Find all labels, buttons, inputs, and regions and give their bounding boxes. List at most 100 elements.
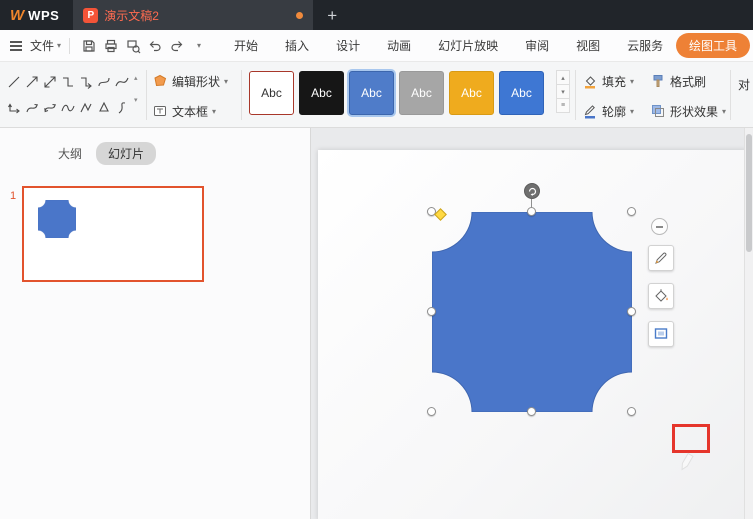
undo-button[interactable] bbox=[144, 35, 166, 57]
text-box-button[interactable]: 文本框 ▾ bbox=[152, 100, 228, 122]
save-icon bbox=[83, 39, 95, 52]
menubar: 文件 ▾ ▾ 开始 插入 设计 动画 幻灯片放映 审阅 视图 云服务 绘图工具 bbox=[0, 30, 753, 62]
divider bbox=[575, 70, 576, 120]
shape-handle-bottom-right[interactable] bbox=[627, 407, 636, 416]
chevron-down-icon: ▾ bbox=[197, 41, 202, 50]
shape-style-preset-6[interactable]: Abc bbox=[499, 71, 544, 115]
elbow-double-arrow-icon[interactable] bbox=[5, 95, 23, 121]
file-menu-button[interactable]: 文件 ▾ bbox=[30, 37, 61, 54]
menu-tab-cloud[interactable]: 云服务 bbox=[627, 37, 663, 54]
pencil-icon bbox=[655, 252, 667, 264]
titlebar: W WPS P 演示文稿2 + bbox=[0, 0, 753, 30]
format-painter-label: 格式刷 bbox=[670, 74, 707, 89]
shape-style-preset-5[interactable]: Abc bbox=[449, 71, 494, 115]
elbow-arrow-connector-icon[interactable] bbox=[77, 69, 95, 95]
curved-connector-icon[interactable] bbox=[95, 69, 113, 95]
style-gallery-up-icon[interactable]: ▴ bbox=[556, 70, 570, 85]
quick-toolbar-more-button[interactable]: ▾ bbox=[188, 35, 210, 57]
file-menu-label: 文件 bbox=[30, 39, 55, 53]
hamburger-menu-icon[interactable] bbox=[10, 40, 22, 51]
menu-tab-slideshow[interactable]: 幻灯片放映 bbox=[438, 37, 498, 54]
shape-handle-top-right[interactable] bbox=[627, 207, 636, 216]
shape-effects-button[interactable]: 形状效果 ▾ bbox=[650, 100, 726, 122]
menu-tab-view[interactable]: 视图 bbox=[576, 37, 600, 54]
shape-style-preset-2[interactable]: Abc bbox=[299, 71, 344, 115]
shape-style-preset-1[interactable]: Abc bbox=[249, 71, 294, 115]
line-gallery-scroll: ▴ ▾ bbox=[134, 74, 138, 104]
document-tab-title: 演示文稿2 bbox=[104, 8, 159, 23]
edit-shape-button[interactable]: 编辑形状 ▾ bbox=[152, 70, 228, 92]
save-button[interactable] bbox=[78, 35, 100, 57]
rotate-handle[interactable] bbox=[524, 183, 540, 199]
print-preview-button[interactable] bbox=[122, 35, 144, 57]
print-button[interactable] bbox=[100, 35, 122, 57]
gallery-scroll-down-icon[interactable]: ▾ bbox=[134, 96, 138, 104]
slides-panel: 大纲 幻灯片 1 bbox=[0, 128, 311, 519]
shape-handle-middle-right[interactable] bbox=[627, 307, 636, 316]
edit-shape-icon bbox=[154, 74, 167, 87]
shape-effects-label: 形状效果 bbox=[670, 104, 719, 119]
redo-icon bbox=[171, 40, 183, 51]
format-painter-button[interactable]: 格式刷 bbox=[650, 70, 726, 92]
shape-handle-bottom-middle[interactable] bbox=[527, 407, 536, 416]
shape-style-preset-3[interactable]: Abc bbox=[349, 71, 394, 115]
double-arrow-line-icon[interactable] bbox=[41, 69, 59, 95]
tab-slides[interactable]: 幻灯片 bbox=[96, 142, 157, 165]
shape-handle-top-middle[interactable] bbox=[527, 207, 536, 216]
gallery-scroll-up-icon[interactable]: ▴ bbox=[134, 74, 138, 82]
shape-style-preset-4[interactable]: Abc bbox=[399, 71, 444, 115]
menu-tab-insert[interactable]: 插入 bbox=[285, 37, 309, 54]
wps-logo-mark-icon: W bbox=[10, 6, 25, 24]
divider bbox=[69, 37, 71, 54]
style-gallery-more-icon[interactable]: ≡ bbox=[556, 98, 570, 113]
freeform-shape-icon[interactable] bbox=[95, 95, 113, 121]
s-curve-icon[interactable] bbox=[113, 95, 131, 121]
quick-fill-button[interactable] bbox=[648, 283, 674, 309]
wps-logo-text: WPS bbox=[28, 7, 60, 23]
curved-arrow-connector-icon[interactable] bbox=[23, 95, 41, 121]
curved-double-arrow-icon[interactable] bbox=[41, 95, 59, 121]
tab-drawing-tools[interactable]: 绘图工具 bbox=[675, 33, 750, 58]
divider bbox=[241, 70, 242, 120]
shape-handle-middle-left[interactable] bbox=[427, 307, 436, 316]
menu-tab-home[interactable]: 开始 bbox=[234, 37, 258, 54]
slide-number: 1 bbox=[10, 190, 17, 202]
panel-tabs: 大纲 幻灯片 bbox=[58, 142, 157, 165]
quick-outline-button[interactable] bbox=[648, 245, 674, 271]
shape-handle-bottom-left[interactable] bbox=[427, 407, 436, 416]
shape-edit-group: 编辑形状 ▾ 文本框 ▾ bbox=[152, 70, 228, 122]
new-tab-button[interactable]: + bbox=[327, 7, 337, 24]
drawing-tools-ribbon: ▴ ▾ 编辑形状 ▾ 文本框 ▾ Abc Abc Abc Abc Abc Abc bbox=[0, 62, 753, 128]
unsaved-changes-dot bbox=[296, 11, 304, 19]
quick-format-button[interactable] bbox=[648, 321, 674, 347]
divider bbox=[730, 70, 731, 120]
vertical-scrollbar[interactable] bbox=[744, 128, 753, 519]
frame-icon bbox=[654, 328, 668, 339]
style-gallery-down-icon[interactable]: ▾ bbox=[556, 84, 570, 99]
menu-tab-review[interactable]: 审阅 bbox=[525, 37, 549, 54]
collapse-quick-toolbar-button[interactable] bbox=[651, 218, 668, 235]
wps-logo[interactable]: W WPS bbox=[0, 7, 73, 24]
text-box-icon bbox=[154, 106, 166, 116]
line-icon[interactable] bbox=[5, 69, 23, 95]
text-box-label: 文本框 bbox=[172, 104, 209, 119]
tab-outline[interactable]: 大纲 bbox=[58, 142, 82, 165]
slide-thumbnail[interactable] bbox=[22, 186, 204, 282]
clipped-ribbon-item[interactable]: 对 bbox=[738, 76, 750, 93]
curve-icon[interactable] bbox=[113, 69, 131, 95]
fill-button[interactable]: 填充 ▾ bbox=[582, 70, 634, 92]
chevron-down-icon: ▾ bbox=[722, 106, 727, 116]
document-tab[interactable]: P 演示文稿2 bbox=[73, 0, 314, 30]
print-icon bbox=[105, 39, 117, 52]
outline-button[interactable]: 轮廓 ▾ bbox=[582, 100, 634, 122]
redo-button[interactable] bbox=[166, 35, 188, 57]
arrow-line-icon[interactable] bbox=[23, 69, 41, 95]
scribble-icon[interactable] bbox=[59, 95, 77, 121]
menu-tab-design[interactable]: 设计 bbox=[336, 37, 360, 54]
menu-tab-animation[interactable]: 动画 bbox=[387, 37, 411, 54]
elbow-connector-icon[interactable] bbox=[59, 69, 77, 95]
edit-shape-label: 编辑形状 bbox=[172, 74, 221, 89]
plaque-shape[interactable] bbox=[432, 212, 632, 412]
freeform-icon[interactable] bbox=[77, 95, 95, 121]
scrollbar-thumb[interactable] bbox=[746, 134, 752, 252]
